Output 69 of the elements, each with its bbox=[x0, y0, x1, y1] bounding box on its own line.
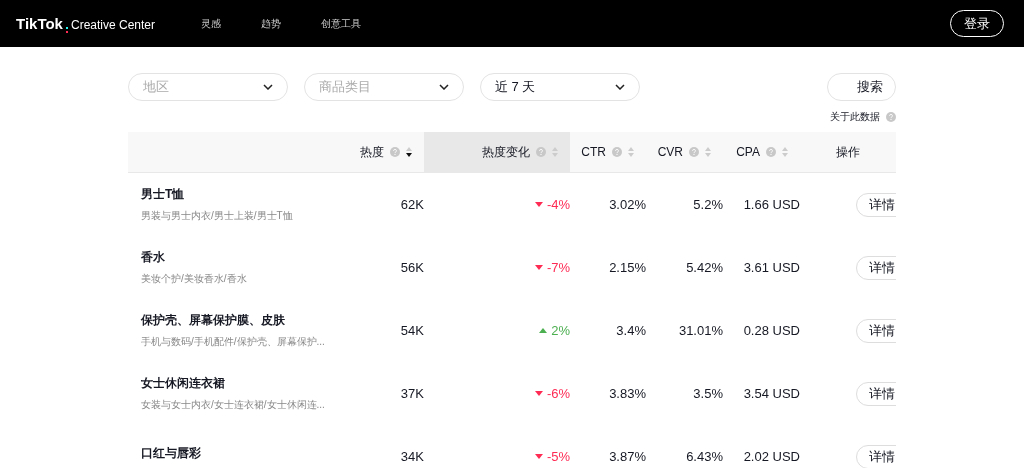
column-header[interactable]: CTR bbox=[570, 132, 646, 172]
heat-change: -4% bbox=[534, 197, 570, 212]
ctr-value: 3.87% bbox=[609, 449, 646, 464]
sort-icon[interactable] bbox=[406, 147, 412, 157]
login-button[interactable]: 登录 bbox=[950, 10, 1004, 37]
product-name: 女士休闲连衣裙 bbox=[141, 375, 225, 392]
details-button[interactable]: 详情 bbox=[856, 255, 896, 280]
triangle-down-icon bbox=[534, 391, 543, 396]
details-button[interactable]: 详情 bbox=[856, 381, 896, 406]
cpa-value: 3.54 USD bbox=[743, 386, 800, 401]
details-button[interactable]: 详情 bbox=[856, 192, 896, 217]
column-header: 操作 bbox=[836, 143, 860, 161]
cpa-value: 2.02 USD bbox=[743, 449, 800, 464]
product-name: 口红与唇彩 bbox=[141, 445, 201, 462]
nav-link[interactable]: 灵感 bbox=[201, 16, 221, 31]
help-icon bbox=[886, 112, 896, 122]
nav-link[interactable]: 趋势 bbox=[261, 16, 281, 31]
category-path: 男装与男士内衣/男士上装/男士T恤 bbox=[141, 209, 293, 223]
product-name: 保护壳、屏幕保护膜、皮肤 bbox=[141, 312, 285, 329]
triangle-down-icon bbox=[534, 454, 543, 459]
category-path: 女装与女士内衣/女士连衣裙/女士休闲连... bbox=[141, 398, 325, 412]
ctr-value: 3.02% bbox=[609, 197, 646, 212]
cvr-value: 3.5% bbox=[693, 386, 723, 401]
colon-icon bbox=[65, 26, 68, 33]
column-header[interactable]: 热度 bbox=[356, 132, 424, 172]
details-button[interactable]: 详情 bbox=[856, 444, 896, 468]
heat-value: 37K bbox=[400, 386, 424, 401]
column-header[interactable]: 热度变化 bbox=[424, 132, 570, 172]
heat-value: 34K bbox=[400, 449, 424, 464]
cvr-value: 6.43% bbox=[686, 449, 723, 464]
chevron-down-icon bbox=[439, 84, 449, 90]
help-icon bbox=[536, 147, 546, 157]
category-path: 手机与数码/手机配件/保护壳、屏幕保护... bbox=[141, 335, 325, 349]
triangle-down-icon bbox=[534, 202, 543, 207]
search-button[interactable]: 搜索 bbox=[827, 73, 896, 101]
help-icon bbox=[766, 147, 776, 157]
help-icon bbox=[689, 147, 699, 157]
logo-subtitle[interactable]: Creative Center bbox=[70, 17, 155, 32]
heat-change: 2% bbox=[539, 323, 570, 338]
cvr-value: 5.2% bbox=[693, 197, 723, 212]
nav-link[interactable]: 创意工具 bbox=[321, 16, 361, 31]
cvr-value: 31.01% bbox=[678, 323, 723, 338]
product-name: 男士T恤 bbox=[141, 186, 185, 203]
details-button[interactable]: 详情 bbox=[856, 318, 896, 343]
ctr-value: 3.4% bbox=[616, 323, 646, 338]
cpa-value: 1.66 USD bbox=[743, 197, 800, 212]
chevron-down-icon bbox=[615, 84, 625, 90]
category-path: 美妆个护/美妆香水/香水 bbox=[141, 272, 247, 286]
cvr-value: 5.42% bbox=[686, 260, 723, 275]
heat-value: 56K bbox=[400, 260, 424, 275]
cpa-value: 0.28 USD bbox=[743, 323, 800, 338]
ctr-value: 2.15% bbox=[609, 260, 646, 275]
help-icon bbox=[612, 147, 622, 157]
product-name: 香水 bbox=[141, 249, 165, 266]
ctr-value: 3.83% bbox=[609, 386, 646, 401]
heat-value: 62K bbox=[400, 197, 424, 212]
heat-change: -7% bbox=[534, 260, 570, 275]
triangle-down-icon bbox=[534, 265, 543, 270]
column-header[interactable]: CPA bbox=[723, 132, 800, 172]
heat-change: -6% bbox=[534, 386, 570, 401]
heat-change: -5% bbox=[534, 449, 570, 464]
help-icon bbox=[390, 147, 400, 157]
cpa-value: 3.61 USD bbox=[743, 260, 800, 275]
heat-value: 54K bbox=[400, 323, 424, 338]
chevron-down-icon bbox=[263, 84, 273, 90]
triangle-up-icon bbox=[539, 328, 548, 333]
about-data-link[interactable]: 关于此数据 bbox=[830, 110, 880, 124]
logo-text[interactable]: TikTok bbox=[16, 14, 63, 32]
column-header[interactable]: CVR bbox=[646, 132, 723, 172]
